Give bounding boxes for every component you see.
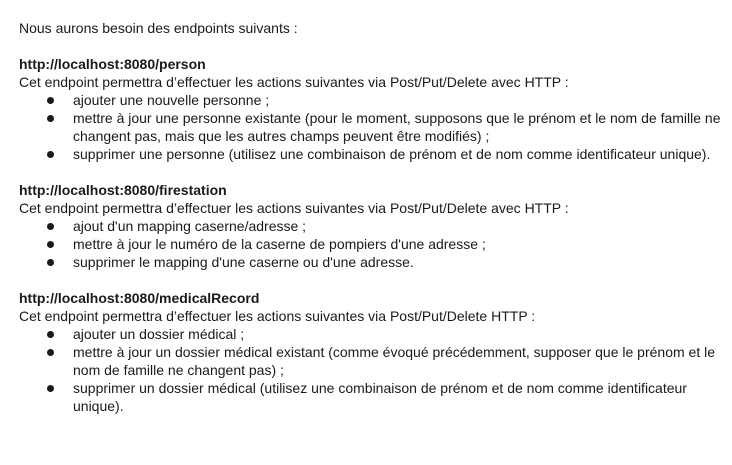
bullet-icon — [47, 115, 54, 122]
list-item: ajout d'un mapping caserne/adresse ; — [19, 217, 723, 235]
list-item: ajouter un dossier médical ; — [19, 325, 723, 343]
action-list: ajouter un dossier médical ; mettre à jo… — [19, 325, 719, 415]
list-item: mettre à jour un dossier médical existan… — [19, 343, 723, 379]
list-item-text: ajouter un dossier médical ; — [73, 326, 245, 342]
endpoint-section-person: http://localhost:8080/person Cet endpoin… — [19, 55, 720, 163]
endpoint-description: Cet endpoint permettra d’effectuer les a… — [19, 74, 569, 90]
list-item: mettre à jour une personne existante (po… — [19, 109, 723, 145]
action-list: ajouter une nouvelle personne ; mettre à… — [19, 91, 720, 163]
bullet-icon — [47, 151, 54, 158]
list-item-text: ajout d'un mapping caserne/adresse ; — [73, 218, 307, 234]
bullet-icon — [47, 331, 54, 338]
list-item-text: ajouter une nouvelle personne ; — [73, 92, 270, 108]
list-item-text: mettre à jour le numéro de la caserne de… — [73, 236, 486, 252]
endpoint-url: http://localhost:8080/medicalRecord — [19, 290, 260, 306]
endpoint-url: http://localhost:8080/person — [19, 56, 206, 72]
list-item: mettre à jour le numéro de la caserne de… — [19, 235, 723, 253]
bullet-icon — [47, 223, 54, 230]
list-item-text: mettre à jour une personne existante (po… — [73, 110, 721, 144]
bullet-icon — [47, 349, 54, 356]
intro-text: Nous aurons besoin des endpoints suivant… — [19, 20, 298, 36]
action-list: ajout d'un mapping caserne/adresse ; met… — [19, 217, 719, 271]
endpoint-section-firestation: http://localhost:8080/firestation Cet en… — [19, 181, 719, 271]
list-item-text: supprimer un dossier médical (utilisez u… — [73, 380, 687, 414]
list-item: supprimer une personne (utilisez une com… — [19, 145, 723, 163]
list-item: supprimer un dossier médical (utilisez u… — [19, 379, 723, 415]
endpoint-description: Cet endpoint permettra d’effectuer les a… — [19, 308, 536, 324]
endpoint-url: http://localhost:8080/firestation — [19, 182, 227, 198]
document-body: Nous aurons besoin des endpoints suivant… — [0, 0, 720, 415]
bullet-icon — [47, 385, 54, 392]
bullet-icon — [47, 259, 54, 266]
bullet-icon — [47, 97, 54, 104]
list-item-text: mettre à jour un dossier médical existan… — [73, 344, 715, 378]
list-item-text: supprimer une personne (utilisez une com… — [73, 146, 711, 162]
bullet-icon — [47, 241, 54, 248]
endpoint-section-medical-record: http://localhost:8080/medicalRecord Cet … — [19, 289, 719, 415]
list-item: ajouter une nouvelle personne ; — [19, 91, 723, 109]
endpoint-description: Cet endpoint permettra d’effectuer les a… — [19, 200, 569, 216]
list-item: supprimer le mapping d'une caserne ou d'… — [19, 253, 723, 271]
list-item-text: supprimer le mapping d'une caserne ou d'… — [73, 254, 414, 270]
